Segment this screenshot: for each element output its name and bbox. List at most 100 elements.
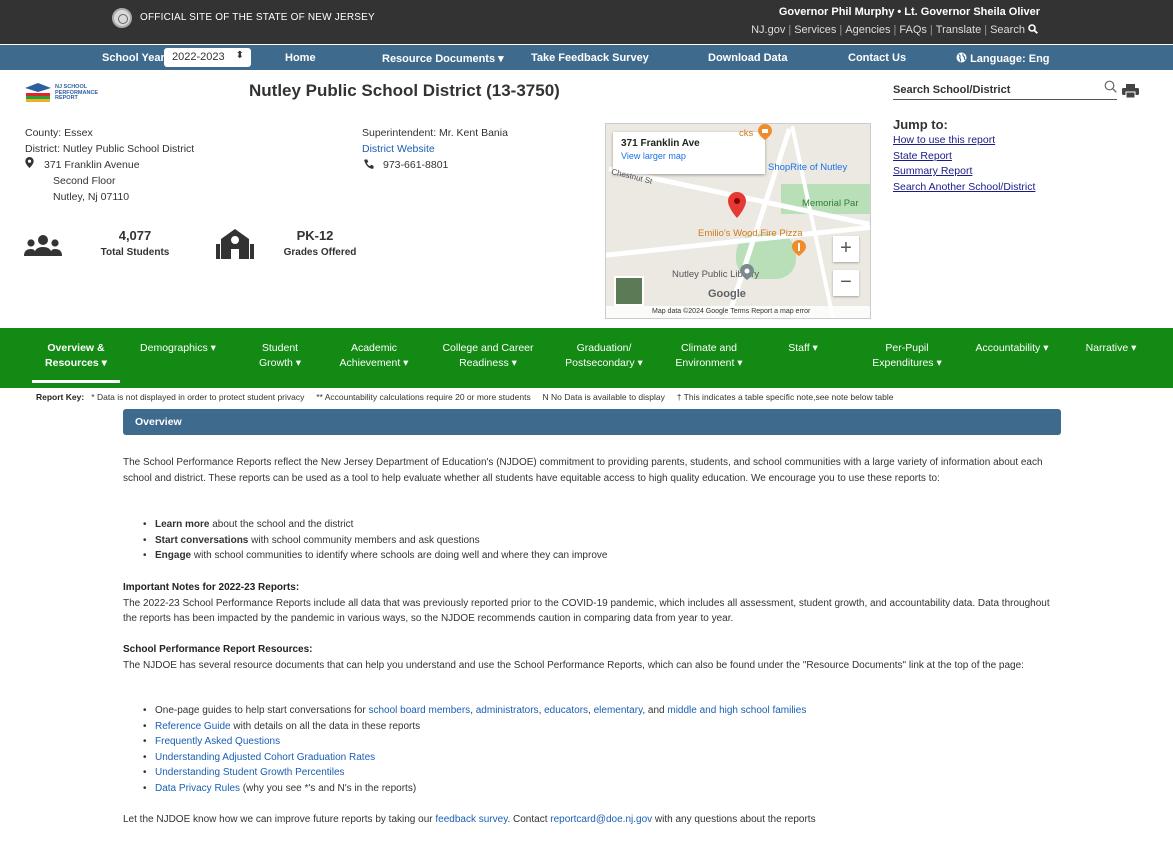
satellite-view-toggle[interactable] bbox=[614, 276, 644, 306]
jump-search-another-link[interactable]: Search Another School/District bbox=[893, 180, 1035, 196]
school-year-select[interactable]: 2022-2023 ⬍ bbox=[164, 48, 251, 67]
tab-graduation-postsecondary[interactable]: Graduation/Postsecondary ▾ bbox=[556, 341, 652, 371]
resources-paragraph: The NJDOE has several resource documents… bbox=[123, 659, 1024, 671]
jump-state-report-link[interactable]: State Report bbox=[893, 149, 1035, 165]
nav-home[interactable]: Home bbox=[285, 52, 316, 64]
engage-list: Learn more about the school and the dist… bbox=[123, 517, 1063, 564]
superintendent-info: Superintendent: Mr. Kent Bania District … bbox=[362, 125, 508, 173]
address-line2: Second Floor bbox=[53, 175, 116, 187]
map-label-starbucks: cks bbox=[739, 128, 754, 139]
search-school-input[interactable]: Search School/District bbox=[893, 80, 1117, 100]
link-translate[interactable]: Translate bbox=[936, 24, 981, 36]
jump-how-to-use-link[interactable]: How to use this report bbox=[893, 133, 1035, 149]
county: County: Essex bbox=[25, 127, 93, 139]
state-links: NJ.gov | Services | Agencies | FAQs | Translate |… bbox=[751, 24, 1038, 36]
google-logo: Google bbox=[708, 288, 746, 300]
feedback-survey-link[interactable]: feedback survey bbox=[435, 814, 507, 825]
data-privacy-link[interactable]: Data Privacy Rules bbox=[155, 783, 240, 794]
link-faqs[interactable]: FAQs bbox=[899, 24, 927, 36]
list-item: One-page guides to help start conversati… bbox=[143, 703, 1063, 719]
tab-demographics[interactable]: Demographics ▾ bbox=[130, 341, 226, 356]
tab-per-pupil-expenditures[interactable]: Per-Pupil Expenditures ▾ bbox=[862, 341, 952, 371]
guide-school-board-link[interactable]: school board members bbox=[368, 705, 470, 716]
district-info: County: Essex District: Nutley Public Sc… bbox=[25, 125, 194, 205]
nav-download-data[interactable]: Download Data bbox=[708, 52, 787, 64]
map-zoom-out-button[interactable]: − bbox=[833, 270, 859, 296]
jump-summary-report-link[interactable]: Summary Report bbox=[893, 164, 1035, 180]
contact-email-link[interactable]: reportcard@doe.nj.gov bbox=[550, 814, 652, 825]
link-services[interactable]: Services bbox=[794, 24, 836, 36]
nj-spr-logo[interactable]: NJ SCHOOL PERFORMANCE REPORT bbox=[25, 82, 115, 104]
guide-families-link[interactable]: middle and high school families bbox=[667, 705, 806, 716]
notes-paragraph: The 2022-23 School Performance Reports i… bbox=[123, 597, 1050, 625]
map-label-memorial: Memorial Par bbox=[802, 198, 859, 209]
governor-text: Governor Phil Murphy • Lt. Governor Shei… bbox=[778, 6, 1040, 18]
report-key: Report Key: * Data is not displayed in o… bbox=[36, 392, 893, 402]
overview-title: Overview bbox=[135, 416, 182, 428]
nav-feedback-survey[interactable]: Take Feedback Survey bbox=[531, 52, 649, 64]
map-zoom-in-button[interactable]: + bbox=[833, 236, 859, 262]
report-key-label: Report Key: bbox=[36, 392, 85, 402]
report-key-item: † This indicates a table specific note,s… bbox=[676, 392, 894, 402]
search-icon[interactable] bbox=[1028, 24, 1038, 34]
tab-staff[interactable]: Staff ▾ bbox=[776, 341, 830, 356]
total-students-value: 4,077 bbox=[118, 228, 152, 243]
cafe-marker-icon bbox=[758, 124, 772, 140]
phone: 973-661-8801 bbox=[362, 157, 508, 173]
map-label-emilios: Emilio's Wood Fire Pizza bbox=[698, 228, 803, 239]
list-item: Start conversations with school communit… bbox=[143, 533, 1063, 549]
list-item: Reference Guide with details on all the … bbox=[143, 719, 1063, 735]
school-building-icon bbox=[216, 229, 254, 259]
sgp-link[interactable]: Understanding Student Growth Percentiles bbox=[155, 767, 345, 778]
search-placeholder: Search School/District bbox=[893, 84, 1011, 96]
list-item: Frequently Asked Questions bbox=[143, 734, 1063, 750]
report-key-item: N No Data is available to display bbox=[542, 392, 665, 402]
library-marker-icon bbox=[740, 264, 754, 280]
reference-guide-link[interactable]: Reference Guide bbox=[155, 721, 231, 732]
overview-section-header[interactable]: Overview bbox=[123, 409, 1061, 435]
map-road bbox=[790, 125, 836, 318]
tab-college-career-readiness[interactable]: College and Career Readiness ▾ bbox=[433, 341, 543, 371]
students-group-icon bbox=[24, 235, 62, 256]
tab-overview-resources[interactable]: Overview & Resources ▾ bbox=[36, 341, 116, 371]
tab-accountability[interactable]: Accountability ▾ bbox=[966, 341, 1058, 356]
tab-academic-achievement[interactable]: Academic Achievement ▾ bbox=[328, 341, 420, 371]
nav-resource-documents[interactable]: Resource Documents ▾ bbox=[382, 52, 504, 65]
link-agencies[interactable]: Agencies bbox=[845, 24, 890, 36]
nj-seal-icon bbox=[112, 8, 132, 28]
report-sections-nav: Overview & Resources ▾ Demographics ▾ Stu… bbox=[0, 328, 1173, 388]
print-icon[interactable] bbox=[1122, 84, 1139, 98]
location-map[interactable]: 371 Franklin Ave View larger map cks Sho… bbox=[605, 123, 871, 319]
language-selector[interactable]: Language: Eng bbox=[956, 52, 1050, 65]
search-icon[interactable] bbox=[1104, 80, 1117, 96]
grades-offered-label: Grades Offered bbox=[283, 247, 357, 258]
map-pin-icon bbox=[25, 157, 34, 168]
list-item: Engage with school communities to identi… bbox=[143, 548, 1063, 564]
link-nj-gov[interactable]: NJ.gov bbox=[751, 24, 785, 36]
overview-intro: The School Performance Reports reflect t… bbox=[123, 455, 1063, 486]
guide-administrators-link[interactable]: administrators bbox=[476, 705, 539, 716]
faq-link[interactable]: Frequently Asked Questions bbox=[155, 736, 280, 747]
report-key-item: * Data is not displayed in order to prot… bbox=[91, 392, 305, 402]
intro-paragraph: The School Performance Reports reflect t… bbox=[123, 457, 1043, 484]
link-search[interactable]: Search bbox=[990, 24, 1025, 36]
district-website-link[interactable]: District Website bbox=[362, 141, 508, 157]
nav-contact-us[interactable]: Contact Us bbox=[848, 52, 906, 64]
school-year-value: 2022-2023 bbox=[172, 51, 225, 63]
tab-narrative[interactable]: Narrative ▾ bbox=[1076, 341, 1146, 356]
guide-elementary-link[interactable]: elementary bbox=[594, 705, 643, 716]
map-card-title: 371 Franklin Ave bbox=[621, 138, 700, 149]
logo-text: NJ SCHOOL PERFORMANCE REPORT bbox=[55, 84, 99, 101]
list-item: Data Privacy Rules (why you see *'s and … bbox=[143, 781, 1063, 797]
guide-educators-link[interactable]: educators bbox=[544, 705, 588, 716]
phone-icon bbox=[364, 159, 374, 169]
grades-offered-value: PK-12 bbox=[296, 228, 334, 243]
map-label-shoprite: ShopRite of Nutley bbox=[768, 162, 848, 173]
restaurant-marker-icon bbox=[792, 240, 806, 256]
acgr-link[interactable]: Understanding Adjusted Cohort Graduation… bbox=[155, 752, 375, 763]
school-year-label: School Year bbox=[102, 52, 165, 64]
tab-climate-environment[interactable]: Climate and Environment ▾ bbox=[664, 341, 754, 371]
view-larger-map-link[interactable]: View larger map bbox=[621, 151, 757, 161]
address-line3: Nutley, Nj 07110 bbox=[53, 191, 130, 203]
tab-student-growth[interactable]: Student Growth ▾ bbox=[244, 341, 316, 371]
